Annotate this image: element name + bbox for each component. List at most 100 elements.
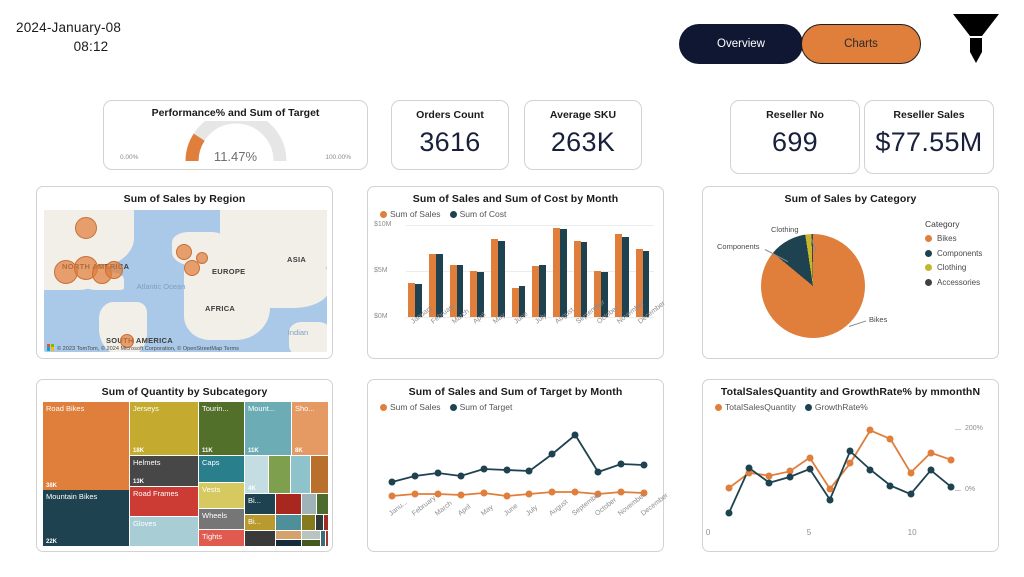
data-point-marker[interactable]	[457, 472, 465, 480]
map-bubble[interactable]	[105, 261, 123, 279]
treemap-tile[interactable]: Sho... 8K	[292, 402, 328, 455]
data-point-marker[interactable]	[806, 465, 814, 473]
bar-sales[interactable]	[470, 271, 478, 317]
treemap-tile[interactable]: Road Bikes 38K	[43, 402, 129, 490]
data-point-marker[interactable]	[947, 483, 955, 491]
bar-cost[interactable]	[539, 265, 547, 317]
pie-legend-item[interactable]: Clothing	[925, 263, 982, 272]
legend-item-totalsalesquantity[interactable]: TotalSalesQuantity	[715, 402, 796, 412]
treemap-tile[interactable]	[291, 456, 310, 493]
pie-legend-item[interactable]: Components	[925, 249, 982, 258]
treemap-tile[interactable]	[302, 494, 316, 514]
kpi-card-average-sku[interactable]: Average SKU 263K	[524, 100, 642, 170]
data-point-marker[interactable]	[434, 490, 442, 498]
treemap-tile[interactable]: Gloves	[130, 517, 198, 546]
treemap-tile[interactable]	[269, 456, 290, 493]
pie-legend-item[interactable]: Bikes	[925, 234, 982, 243]
treemap-tile[interactable]	[316, 515, 323, 530]
data-point-marker[interactable]	[480, 489, 488, 497]
treemap-tile[interactable]	[326, 531, 328, 546]
data-point-marker[interactable]	[457, 491, 465, 499]
data-point-marker[interactable]	[846, 447, 854, 455]
treemap-tile[interactable]	[245, 531, 275, 546]
data-point-marker[interactable]	[745, 464, 753, 472]
treemap-tile[interactable]	[302, 515, 315, 530]
bar-sales[interactable]	[408, 282, 416, 317]
data-point-marker[interactable]	[503, 492, 511, 500]
treemap-tile[interactable]: Helmets 13K	[130, 456, 198, 486]
data-point-marker[interactable]	[388, 478, 396, 486]
data-point-marker[interactable]	[548, 450, 556, 458]
data-point-marker[interactable]	[411, 472, 419, 480]
treemap-tile[interactable]: Wheels	[199, 509, 244, 529]
treemap-tile[interactable]: Road Frames	[130, 487, 198, 516]
data-point-marker[interactable]	[886, 435, 894, 443]
pie-chart-visual[interactable]	[761, 234, 865, 338]
treemap-tile[interactable]: Mountain Bikes 22K	[43, 490, 129, 546]
bar-cost[interactable]	[497, 240, 505, 317]
bar-sales[interactable]	[573, 240, 581, 317]
bar-cost[interactable]	[621, 236, 629, 317]
legend-item-sum-of-cost[interactable]: Sum of Cost	[449, 209, 506, 219]
data-point-marker[interactable]	[927, 466, 935, 474]
data-point-marker[interactable]	[525, 467, 533, 475]
bar-sales[interactable]	[553, 227, 560, 317]
data-point-marker[interactable]	[411, 490, 419, 498]
map-bubble[interactable]	[75, 217, 97, 239]
line-chart-card[interactable]: Sum of Sales and Sum of Target by Month …	[367, 379, 670, 552]
treemap-tile[interactable]: Bi...	[245, 515, 275, 530]
data-point-marker[interactable]	[617, 460, 625, 468]
treemap-tile[interactable]: Tourin... 11K	[199, 402, 244, 455]
treemap-tile[interactable]	[302, 540, 320, 546]
bar-cost[interactable]	[559, 228, 567, 317]
data-point-marker[interactable]	[826, 496, 834, 504]
data-point-marker[interactable]	[571, 431, 579, 439]
data-point-marker[interactable]	[725, 509, 733, 517]
data-point-marker[interactable]	[480, 465, 488, 473]
treemap-tile[interactable]	[311, 456, 328, 493]
data-point-marker[interactable]	[786, 473, 794, 481]
map-bubble[interactable]	[176, 244, 192, 260]
funnel-icon[interactable]	[945, 12, 1007, 64]
treemap-tile[interactable]: Bi...	[245, 494, 275, 514]
pie-chart-card[interactable]: Sum of Sales by Category Components Clot…	[702, 186, 999, 359]
treemap-card[interactable]: Sum of Quantity by Subcategory Road Bike…	[36, 379, 333, 552]
data-point-marker[interactable]	[725, 484, 733, 492]
data-point-marker[interactable]	[525, 490, 533, 498]
treemap-tile[interactable]	[276, 540, 301, 546]
treemap-tile[interactable]: 4K	[245, 456, 268, 493]
legend-item-sum-of-target[interactable]: Sum of Target	[449, 402, 512, 412]
data-point-marker[interactable]	[886, 482, 894, 490]
data-point-marker[interactable]	[765, 472, 773, 480]
data-point-marker[interactable]	[594, 468, 602, 476]
bar-sales[interactable]	[532, 266, 540, 317]
kpi-card-reseller-no[interactable]: Reseller No 699	[730, 100, 860, 174]
data-point-marker[interactable]	[806, 454, 814, 462]
treemap-tile[interactable]	[302, 531, 320, 539]
data-point-marker[interactable]	[765, 479, 773, 487]
data-point-marker[interactable]	[617, 488, 625, 496]
treemap-tile[interactable]	[276, 515, 301, 530]
bar-sales[interactable]	[491, 238, 498, 317]
pie-legend-item[interactable]: Accessories	[925, 278, 982, 287]
treemap-visual[interactable]: Road Bikes 38K Mountain Bikes 22K Jerseys 18K…	[43, 402, 328, 546]
data-point-marker[interactable]	[503, 466, 511, 474]
treemap-tile[interactable]: Caps	[199, 456, 244, 482]
legend-item-sum-of-sales[interactable]: Sum of Sales	[380, 402, 441, 412]
combo-chart-card[interactable]: TotalSalesQuantity and GrowthRate% by mm…	[702, 379, 999, 552]
gauge-card[interactable]: Performance% and Sum of Target 0.00% 11.…	[103, 100, 368, 170]
data-point-marker[interactable]	[571, 488, 579, 496]
map-card[interactable]: Sum of Sales by Region NORTH AMERICA EUR…	[36, 186, 333, 359]
map-bubble[interactable]	[184, 260, 200, 276]
data-point-marker[interactable]	[907, 490, 915, 498]
data-point-marker[interactable]	[866, 466, 874, 474]
legend-item-growthrate[interactable]: GrowthRate%	[804, 402, 868, 412]
map-visual[interactable]: NORTH AMERICA EUROPE ASIA AFRICA SOUTH A…	[44, 210, 327, 352]
data-point-marker[interactable]	[846, 459, 854, 467]
bar-cost[interactable]	[435, 254, 443, 317]
bar-chart-card[interactable]: Sum of Sales and Sum of Cost by Month Su…	[367, 186, 667, 359]
bar-cost[interactable]	[580, 241, 588, 317]
bar-cost[interactable]	[477, 271, 485, 317]
data-point-marker[interactable]	[548, 488, 556, 496]
treemap-tile[interactable]	[321, 531, 325, 546]
